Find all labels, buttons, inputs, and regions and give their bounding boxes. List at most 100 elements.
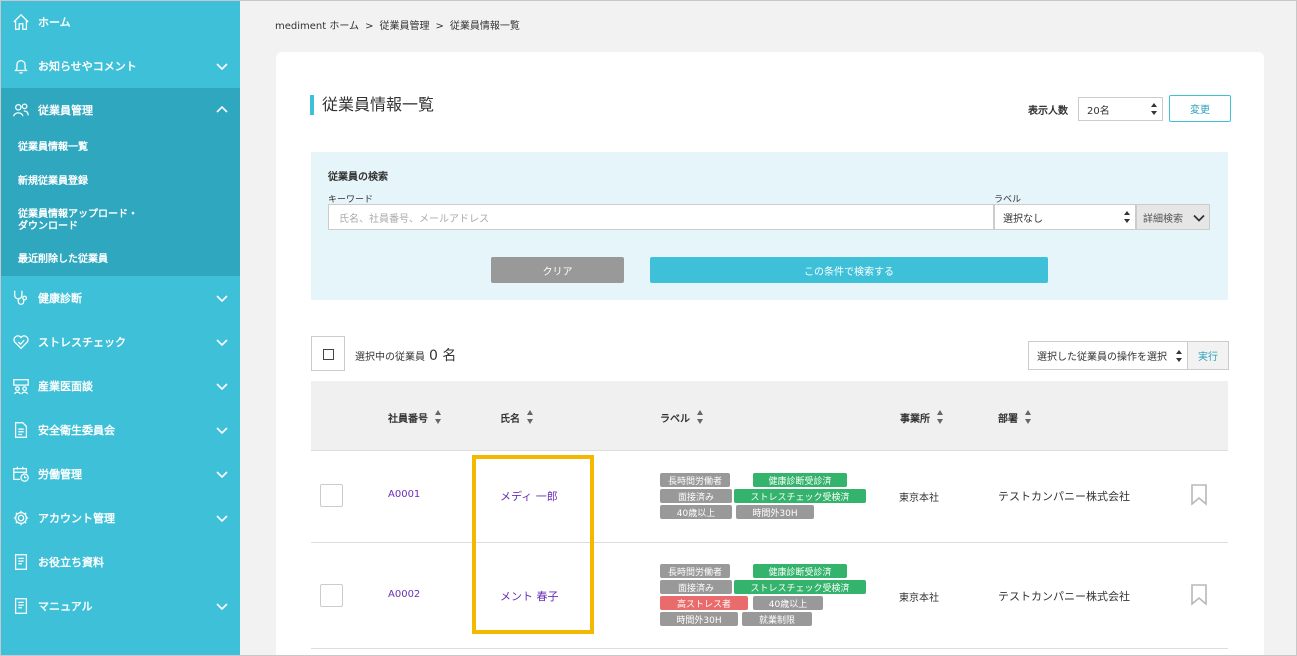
keyword-input[interactable]: 氏名、社員番号、メールアドレス	[328, 204, 994, 230]
chevron-down-icon	[214, 378, 230, 394]
bell-icon	[11, 56, 31, 76]
sidebar-item-doctor-interview[interactable]: 産業医面談	[0, 364, 240, 408]
display-count-select[interactable]: 20名	[1078, 97, 1163, 121]
label-tag: 40歳以上	[753, 596, 823, 610]
label-tag: 健康診断受診済	[753, 473, 847, 487]
submenu-item-recently-deleted[interactable]: 最近削除した従業員	[18, 254, 108, 265]
label-tag: 長時間労働者	[660, 564, 730, 578]
column-header-employee-id[interactable]: 社員番号	[388, 408, 442, 426]
column-header-label: 社員番号	[388, 413, 428, 425]
chevron-down-icon	[1193, 214, 1205, 222]
document-icon	[11, 420, 31, 440]
label-tag: 就業制限	[742, 612, 812, 626]
bookmark-icon[interactable]	[1190, 484, 1208, 506]
advanced-search-button[interactable]: 詳細検索	[1136, 204, 1210, 230]
book-icon	[11, 596, 31, 616]
submenu-item-new-employee[interactable]: 新規従業員登録	[18, 176, 88, 187]
employee-department: テストカンパニー株式会社	[998, 590, 1130, 603]
display-count-value: 20名	[1087, 105, 1110, 117]
select-all-checkbox[interactable]	[311, 336, 345, 371]
employee-office: 東京本社	[899, 593, 939, 604]
meeting-icon	[11, 376, 31, 396]
breadcrumb: mediment ホーム > 従業員管理 > 従業員情報一覧	[275, 17, 526, 32]
bookmark-icon[interactable]	[1190, 584, 1208, 606]
gear-icon	[11, 508, 31, 528]
sidebar: ホーム お知らせやコメント 従業員管理 従業員情報一覧 新規従業員登録 従業員情…	[0, 0, 240, 656]
row-divider	[311, 542, 1228, 543]
label-select[interactable]: 選択なし	[994, 204, 1136, 230]
heart-check-icon	[11, 332, 31, 352]
employee-id[interactable]: A0001	[388, 489, 420, 500]
chevron-down-icon	[214, 466, 230, 482]
employees-submenu: 従業員情報一覧 新規従業員登録 従業員情報アップロード・ ダウンロード 最近削除…	[0, 132, 240, 276]
row-divider	[311, 648, 1228, 649]
breadcrumb-separator: >	[365, 21, 374, 32]
selected-count: 選択中の従業員 0 名	[355, 345, 456, 365]
display-count-label: 表示人数	[1028, 106, 1068, 117]
sidebar-item-notices[interactable]: お知らせやコメント	[0, 44, 240, 88]
sidebar-item-label: 従業員管理	[38, 104, 93, 117]
row-checkbox[interactable]	[320, 584, 343, 607]
sort-arrows-icon	[1176, 349, 1182, 362]
sidebar-item-account[interactable]: アカウント管理	[0, 496, 240, 540]
sidebar-item-home[interactable]: ホーム	[0, 0, 240, 44]
breadcrumb-separator: >	[435, 21, 444, 32]
submenu-item-upload-download[interactable]: 従業員情報アップロード・	[18, 209, 138, 220]
breadcrumb-employees[interactable]: 従業員管理	[379, 21, 429, 32]
chevron-down-icon	[214, 334, 230, 350]
breadcrumb-current: 従業員情報一覧	[449, 21, 520, 32]
sidebar-item-label: ストレスチェック	[38, 336, 126, 349]
search-submit-button[interactable]: この条件で検索する	[650, 257, 1048, 283]
sidebar-item-label: ホーム	[38, 16, 71, 29]
chevron-down-icon	[214, 510, 230, 526]
chevron-down-icon	[214, 422, 230, 438]
sidebar-item-label: 労働管理	[38, 468, 82, 481]
sidebar-item-employees[interactable]: 従業員管理	[0, 88, 240, 132]
sidebar-item-label: 安全衛生委員会	[38, 424, 115, 437]
selected-count-value: 0 名	[429, 348, 457, 364]
sidebar-item-manual[interactable]: マニュアル	[0, 584, 240, 628]
sidebar-item-health-checkup[interactable]: 健康診断	[0, 276, 240, 320]
chevron-down-icon	[214, 58, 230, 74]
column-header-name[interactable]: 氏名	[500, 408, 534, 426]
chevron-down-icon	[214, 290, 230, 306]
clear-button[interactable]: クリア	[491, 257, 624, 283]
home-icon	[11, 12, 31, 32]
sidebar-item-label: 健康診断	[38, 292, 82, 305]
employee-id[interactable]: A0002	[388, 589, 420, 600]
bulk-action-select[interactable]: 選択した従業員の操作を選択	[1028, 341, 1188, 370]
breadcrumb-home[interactable]: mediment ホーム	[275, 21, 359, 32]
sidebar-item-label: 産業医面談	[38, 380, 93, 393]
sidebar-item-stress-check[interactable]: ストレスチェック	[0, 320, 240, 364]
sidebar-item-labor-management[interactable]: 労働管理	[0, 452, 240, 496]
submenu-item-employee-list[interactable]: 従業員情報一覧	[18, 142, 88, 153]
change-button[interactable]: 変更	[1169, 95, 1231, 122]
column-header-label: 氏名	[500, 413, 520, 425]
column-header-office[interactable]: 事業所	[900, 408, 944, 426]
label-tag: 面接済み	[660, 580, 732, 594]
employee-office: 東京本社	[899, 493, 939, 504]
advanced-search-label: 詳細検索	[1143, 213, 1183, 225]
label-tag: 長時間労働者	[660, 473, 730, 487]
sidebar-item-label: アカウント管理	[38, 512, 115, 525]
column-header-department[interactable]: 部署	[998, 408, 1032, 426]
checkbox-box	[323, 349, 334, 360]
label-select-value: 選択なし	[1003, 213, 1043, 225]
sort-icon	[527, 410, 533, 424]
label-tag: ストレスチェック受検済	[734, 580, 866, 594]
column-header-label[interactable]: ラベル	[660, 408, 704, 426]
row-checkbox[interactable]	[320, 484, 343, 507]
sort-icon	[937, 410, 943, 424]
sidebar-item-label: お役立ち資料	[38, 556, 104, 569]
search-title: 従業員の検索	[328, 172, 388, 183]
table-header	[311, 381, 1228, 451]
sidebar-item-safety-committee[interactable]: 安全衛生委員会	[0, 408, 240, 452]
sidebar-item-resources[interactable]: お役立ち資料	[0, 540, 240, 584]
column-header-label: 事業所	[900, 413, 930, 425]
sort-arrows-icon	[1124, 211, 1130, 223]
column-header-label: ラベル	[660, 413, 690, 425]
submenu-item-upload-download-cont[interactable]: ダウンロード	[18, 221, 78, 232]
execute-button[interactable]: 実行	[1187, 341, 1229, 370]
sort-arrows-icon	[1151, 103, 1157, 115]
sort-icon	[697, 410, 703, 424]
